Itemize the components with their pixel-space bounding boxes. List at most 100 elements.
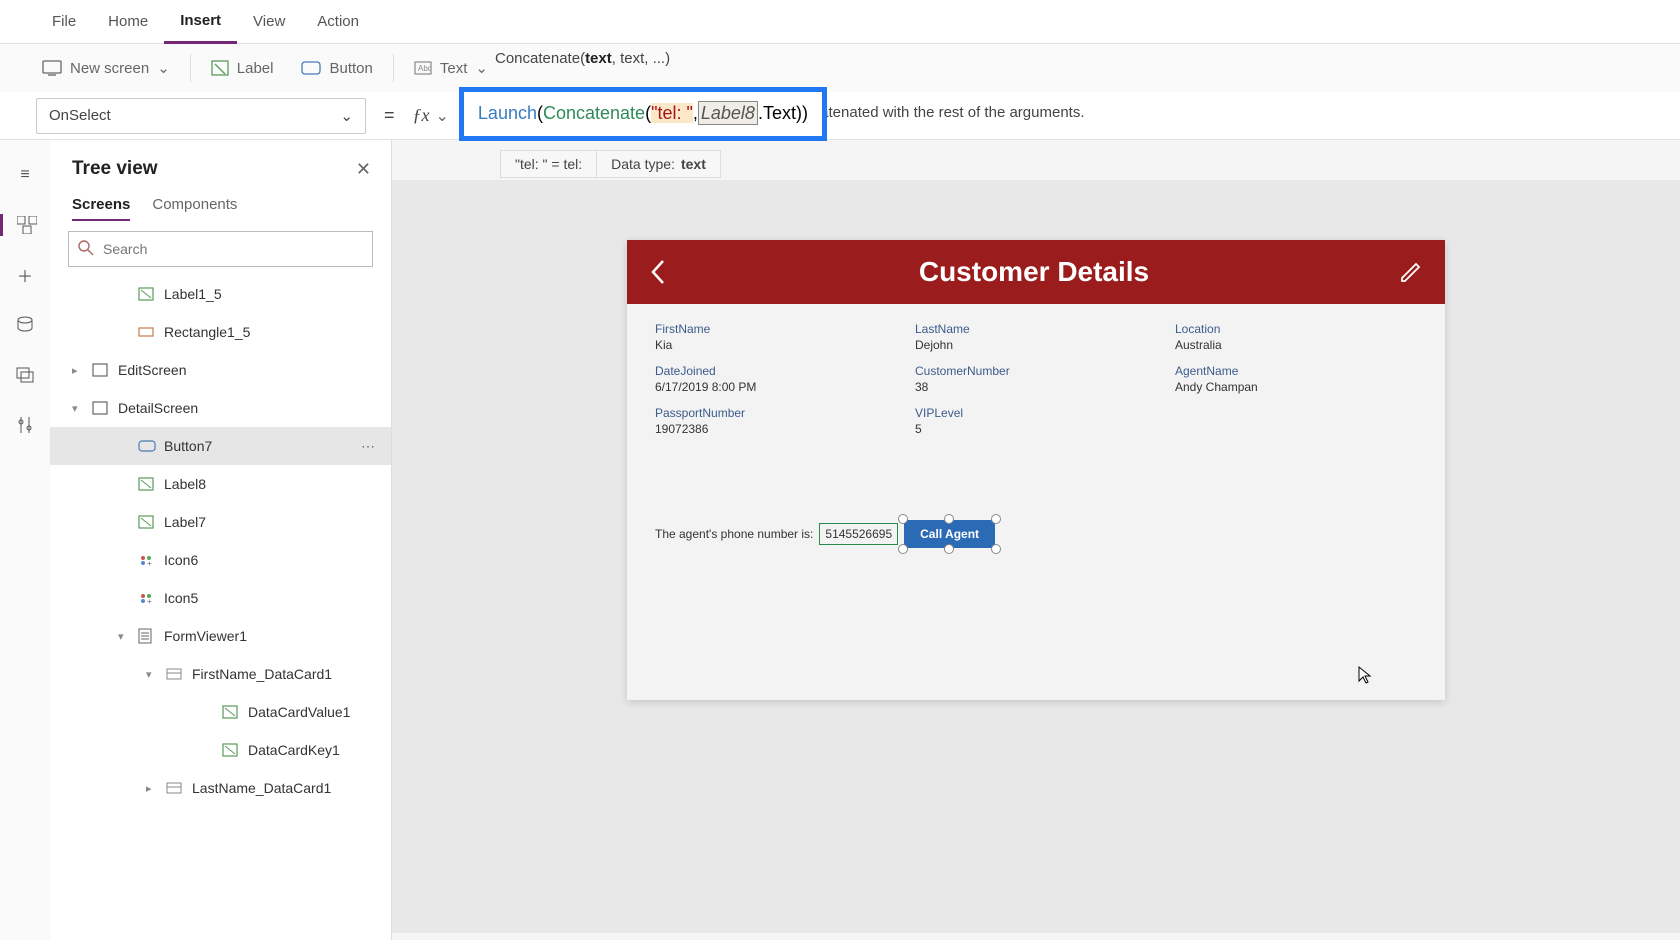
advanced-icon[interactable] xyxy=(14,414,36,436)
hint-type: Data type: text xyxy=(597,151,720,177)
field-label: LastName xyxy=(915,322,1157,336)
tab-components[interactable]: Components xyxy=(152,196,237,221)
tab-screens[interactable]: Screens xyxy=(72,196,130,221)
chevron-icon: ▾ xyxy=(118,630,130,643)
rect-icon xyxy=(138,325,156,339)
label-icon xyxy=(138,477,156,491)
left-rail: ≡ ＋ xyxy=(0,140,50,940)
field-value: Kia xyxy=(655,338,897,352)
agent-row: The agent's phone number is: 5145526695 … xyxy=(655,520,995,548)
menu-file[interactable]: File xyxy=(36,0,92,44)
media-icon[interactable] xyxy=(14,364,36,386)
field-value: 6/17/2019 8:00 PM xyxy=(655,380,897,394)
button-icon xyxy=(138,440,156,452)
field-label: DateJoined xyxy=(655,364,897,378)
tree-item-button7[interactable]: Button7⋯ xyxy=(50,427,391,465)
tree-item-label: LastName_DataCard1 xyxy=(192,780,331,796)
intellisense-tooltip: Concatenate(text, text, ...) xyxy=(495,50,670,67)
tree-item-label: Label8 xyxy=(164,476,206,492)
top-menu: File Home Insert View Action xyxy=(0,0,1680,44)
field-label: VIPLevel xyxy=(915,406,1157,420)
tree-list[interactable]: Label1_5Rectangle1_5▸EditScreen▾DetailSc… xyxy=(50,275,391,915)
ribbon: New screen ⌄ Label Button Abc Text ⌄ Con… xyxy=(0,44,1680,92)
tree-item-label: DetailScreen xyxy=(118,400,198,416)
canvas: Customer Details FirstName Kia LastName De… xyxy=(392,180,1680,933)
tree-item-label: EditScreen xyxy=(118,362,186,378)
tree-item-icon5[interactable]: +Icon5 xyxy=(50,579,391,617)
token-string: "tel: " xyxy=(651,103,693,124)
tree-item-detailscreen[interactable]: ▾DetailScreen xyxy=(50,389,391,427)
hint-value: "tel: " = tel: xyxy=(501,151,597,177)
insert-button-button[interactable]: Button xyxy=(287,44,386,92)
tree-item-editscreen[interactable]: ▸EditScreen xyxy=(50,351,391,389)
tree-item-label: Rectangle1_5 xyxy=(164,324,250,340)
more-icon[interactable]: ⋯ xyxy=(361,438,377,455)
close-icon[interactable]: ✕ xyxy=(356,159,371,180)
screen-icon xyxy=(92,401,110,415)
tree-item-lastname_datacard1[interactable]: ▸LastName_DataCard1 xyxy=(50,769,391,807)
tree-item-label: Icon6 xyxy=(164,552,198,568)
chevron-down-icon: ⌄ xyxy=(340,107,353,125)
token-identifier: Label8 xyxy=(698,103,758,124)
hamburger-icon[interactable]: ≡ xyxy=(14,164,36,186)
tree-item-datacardkey1[interactable]: DataCardKey1 xyxy=(50,731,391,769)
equals-sign: = xyxy=(384,105,395,126)
property-selector[interactable]: OnSelect ⌄ xyxy=(36,98,366,134)
tree-item-label: DataCardValue1 xyxy=(248,704,350,720)
new-screen-label: New screen xyxy=(70,60,149,77)
token-concatenate: Concatenate xyxy=(543,103,645,124)
svg-text:+: + xyxy=(147,559,152,567)
menu-action[interactable]: Action xyxy=(301,0,375,44)
chevron-down-icon[interactable]: ⌄ xyxy=(436,106,449,126)
tree-item-label: FormViewer1 xyxy=(164,628,247,644)
tree-view-title: Tree view xyxy=(72,158,158,180)
search-input[interactable] xyxy=(68,231,373,267)
insert-text-label: Text xyxy=(440,60,468,77)
tree-item-formviewer1[interactable]: ▾ FormViewer1 xyxy=(50,617,391,655)
label-icon xyxy=(222,743,240,757)
tree-item-firstname_datacard1[interactable]: ▾FirstName_DataCard1 xyxy=(50,655,391,693)
search-icon xyxy=(78,240,94,256)
insert-icon[interactable]: ＋ xyxy=(14,264,36,286)
tree-item-datacardvalue1[interactable]: DataCardValue1 xyxy=(50,693,391,731)
back-icon[interactable] xyxy=(649,258,669,286)
insert-label-button[interactable]: Label xyxy=(197,44,288,92)
label-icon xyxy=(138,515,156,529)
token-launch: Launch xyxy=(478,103,537,124)
field-value: Australia xyxy=(1175,338,1417,352)
tree-view-panel: Tree view ✕ Screens Components Label1_5 R… xyxy=(50,140,392,940)
menu-insert[interactable]: Insert xyxy=(164,0,237,44)
insert-text-button[interactable]: Abc Text ⌄ xyxy=(400,44,502,92)
field-value: 38 xyxy=(915,380,1157,394)
tree-view-icon[interactable] xyxy=(0,214,50,236)
fx-icon[interactable]: ƒx xyxy=(413,105,430,126)
tree-item-icon6[interactable]: + Icon6 xyxy=(50,541,391,579)
svg-text:Abc: Abc xyxy=(418,64,432,73)
tree-item-label7[interactable]: Label7 xyxy=(50,503,391,541)
chevron-icon: ▾ xyxy=(146,668,158,681)
new-screen-button[interactable]: New screen ⌄ xyxy=(28,44,184,92)
insert-button-text: Button xyxy=(329,60,372,77)
token-property: .Text xyxy=(758,103,796,124)
data-icon[interactable] xyxy=(14,314,36,336)
formula-highlight-box: Launch(Concatenate("tel: ", Label8.Text)… xyxy=(459,87,827,141)
formula-input[interactable]: Launch(Concatenate("tel: ", Label8.Text)… xyxy=(459,95,1680,137)
menu-view[interactable]: View xyxy=(237,0,301,44)
label-icon xyxy=(138,287,156,301)
tree-item-rectangle1_5[interactable]: Rectangle1_5 xyxy=(50,313,391,351)
screen-icon xyxy=(92,363,110,377)
formula-bar: OnSelect ⌄ = ƒx ⌄ Launch(Concatenate("te… xyxy=(0,92,1680,140)
tree-item-label8[interactable]: Label8 xyxy=(50,465,391,503)
app-title: Customer Details xyxy=(919,256,1149,288)
chevron-down-icon: ⌄ xyxy=(475,59,488,77)
field-label: FirstName xyxy=(655,322,897,336)
menu-home[interactable]: Home xyxy=(92,0,164,44)
agent-phone-value: 5145526695 xyxy=(819,523,898,545)
card-icon xyxy=(166,668,184,680)
edit-icon[interactable] xyxy=(1399,260,1423,284)
field-value: Dejohn xyxy=(915,338,1157,352)
agent-phone-label: The agent's phone number is: xyxy=(655,527,813,541)
field-label: Location xyxy=(1175,322,1417,336)
insert-label-text: Label xyxy=(237,60,274,77)
tree-item-label1_5[interactable]: Label1_5 xyxy=(50,275,391,313)
